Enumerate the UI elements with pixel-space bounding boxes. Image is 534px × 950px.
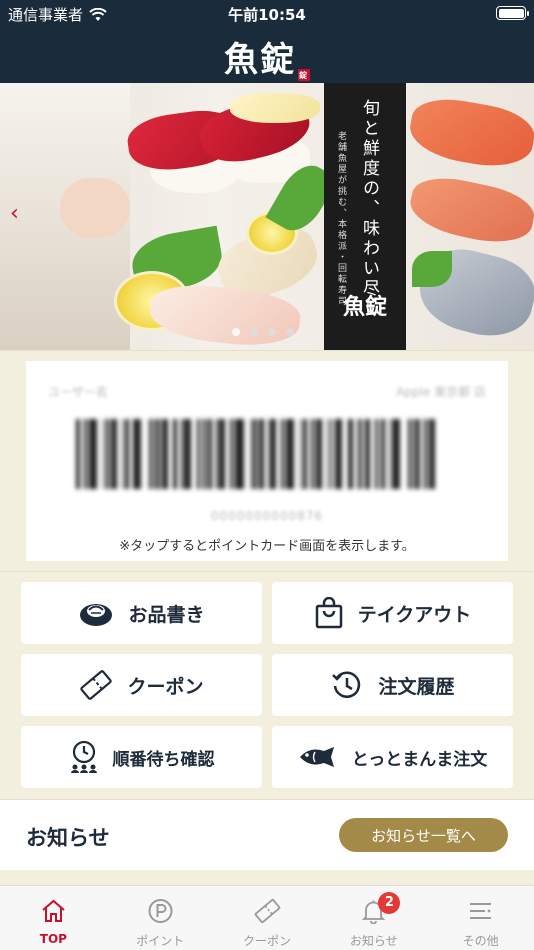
home-icon [42, 899, 65, 922]
tab-point[interactable]: ポイント [107, 886, 214, 950]
takeout-button[interactable]: テイクアウト [272, 582, 513, 644]
tab-notice-label: お知らせ [349, 934, 398, 948]
point-icon [148, 899, 173, 923]
barcode-bar [183, 419, 191, 489]
banner-prev-arrow-icon[interactable]: ‹ [10, 201, 19, 226]
card-number: 0000000000876 [210, 509, 324, 523]
card-store-name: Apple 東京都 店 [396, 385, 486, 399]
main-menu: お品書き テイクアウト クーポン 注文履歴 順番待ち確認 とっとまんま注文 [0, 571, 534, 799]
card-barcode [76, 419, 460, 489]
barcode-bar [334, 419, 343, 489]
carousel-dot[interactable] [250, 328, 258, 336]
tottomanma-order-button[interactable]: とっとまんま注文 [272, 726, 513, 788]
coupon-button[interactable]: クーポン [21, 654, 262, 716]
order-history-label: 注文履歴 [378, 675, 455, 698]
notice-badge: 2 [378, 892, 401, 914]
takeout-label: テイクアウト [357, 603, 472, 626]
status-bar: 通信事業者 午前10:54 [0, 0, 534, 28]
barcode-bar [286, 419, 294, 489]
banner-headline: 旬と鮮度の、味わい尽し [359, 99, 379, 319]
barcode-bar [132, 419, 142, 489]
menu-book-label: お品書き [128, 603, 205, 626]
app-header: 通信事業者 午前10:54 魚錠錠 [0, 0, 534, 83]
tab-coupon[interactable]: クーポン [214, 886, 321, 950]
carousel-dots [232, 328, 294, 336]
battery-icon [496, 6, 529, 20]
status-time: 午前10:54 [228, 6, 306, 24]
queue-check-label: 順番待ち確認 [112, 749, 215, 770]
barcode-bar [391, 419, 401, 489]
member-card-area: ユーザー名 Apple 東京都 店 0000000000876 ※タップするとポ… [0, 350, 534, 570]
logo-mark: 錠 [298, 69, 310, 81]
carousel-dot[interactable] [286, 328, 294, 336]
carousel-dot[interactable] [232, 328, 240, 336]
carousel-dot[interactable] [268, 328, 276, 336]
waiting-queue-icon [70, 740, 97, 773]
tab-other[interactable]: その他 [427, 886, 534, 950]
news-list-button[interactable]: お知らせ一覧へ [339, 818, 508, 852]
news-title: お知らせ [26, 826, 110, 850]
tab-other-label: その他 [462, 934, 499, 948]
tab-top[interactable]: TOP [0, 886, 107, 950]
tab-notice[interactable]: 2 お知らせ [320, 886, 427, 950]
sushi-plate-icon [80, 604, 113, 626]
ticket-icon [80, 670, 113, 700]
tottomanma-order-label: とっとまんま注文 [351, 749, 488, 770]
tab-coupon-label: クーポン [242, 934, 291, 948]
barcode-bar [89, 419, 97, 489]
ticket-icon [254, 898, 280, 924]
banner-chef-image [0, 83, 130, 350]
banner-text-panel: 旬と鮮度の、味わい尽し 老舗魚屋が挑む、本格派・回転寿司 魚錠 [324, 83, 406, 350]
card-tap-note: ※タップするとポイントカード画面を表示します。 [119, 539, 415, 554]
banner-subline: 老舗魚屋が挑む、本格派・回転寿司 [336, 131, 346, 307]
card-user-name: ユーザー名 [48, 385, 108, 399]
order-history-button[interactable]: 注文履歴 [272, 654, 513, 716]
fish-icon [299, 747, 334, 767]
banner-brand: 魚錠 [342, 294, 387, 320]
app-logo: 魚錠錠 [0, 32, 534, 81]
queue-check-button[interactable]: 順番待ち確認 [21, 726, 262, 788]
logo-text: 魚錠 [224, 40, 296, 80]
news-section: お知らせ お知らせ一覧へ [0, 799, 534, 870]
menu-lines-icon [470, 903, 492, 919]
promo-banner-carousel[interactable]: 旬と鮮度の、味わい尽し 老舗魚屋が挑む、本格派・回転寿司 魚錠 ‹ [0, 83, 534, 350]
tab-point-label: ポイント [136, 934, 185, 948]
tab-top-label: TOP [39, 932, 67, 946]
bottom-tab-bar: TOP ポイント クーポン 2 お知らせ その他 [0, 885, 534, 950]
shopping-bag-icon [315, 597, 342, 629]
coupon-label: クーポン [127, 675, 204, 698]
barcode-bar [235, 419, 244, 489]
history-clock-icon [332, 671, 361, 698]
point-card[interactable]: ユーザー名 Apple 東京都 店 0000000000876 ※タップするとポ… [26, 361, 508, 561]
menu-book-button[interactable]: お品書き [21, 582, 262, 644]
